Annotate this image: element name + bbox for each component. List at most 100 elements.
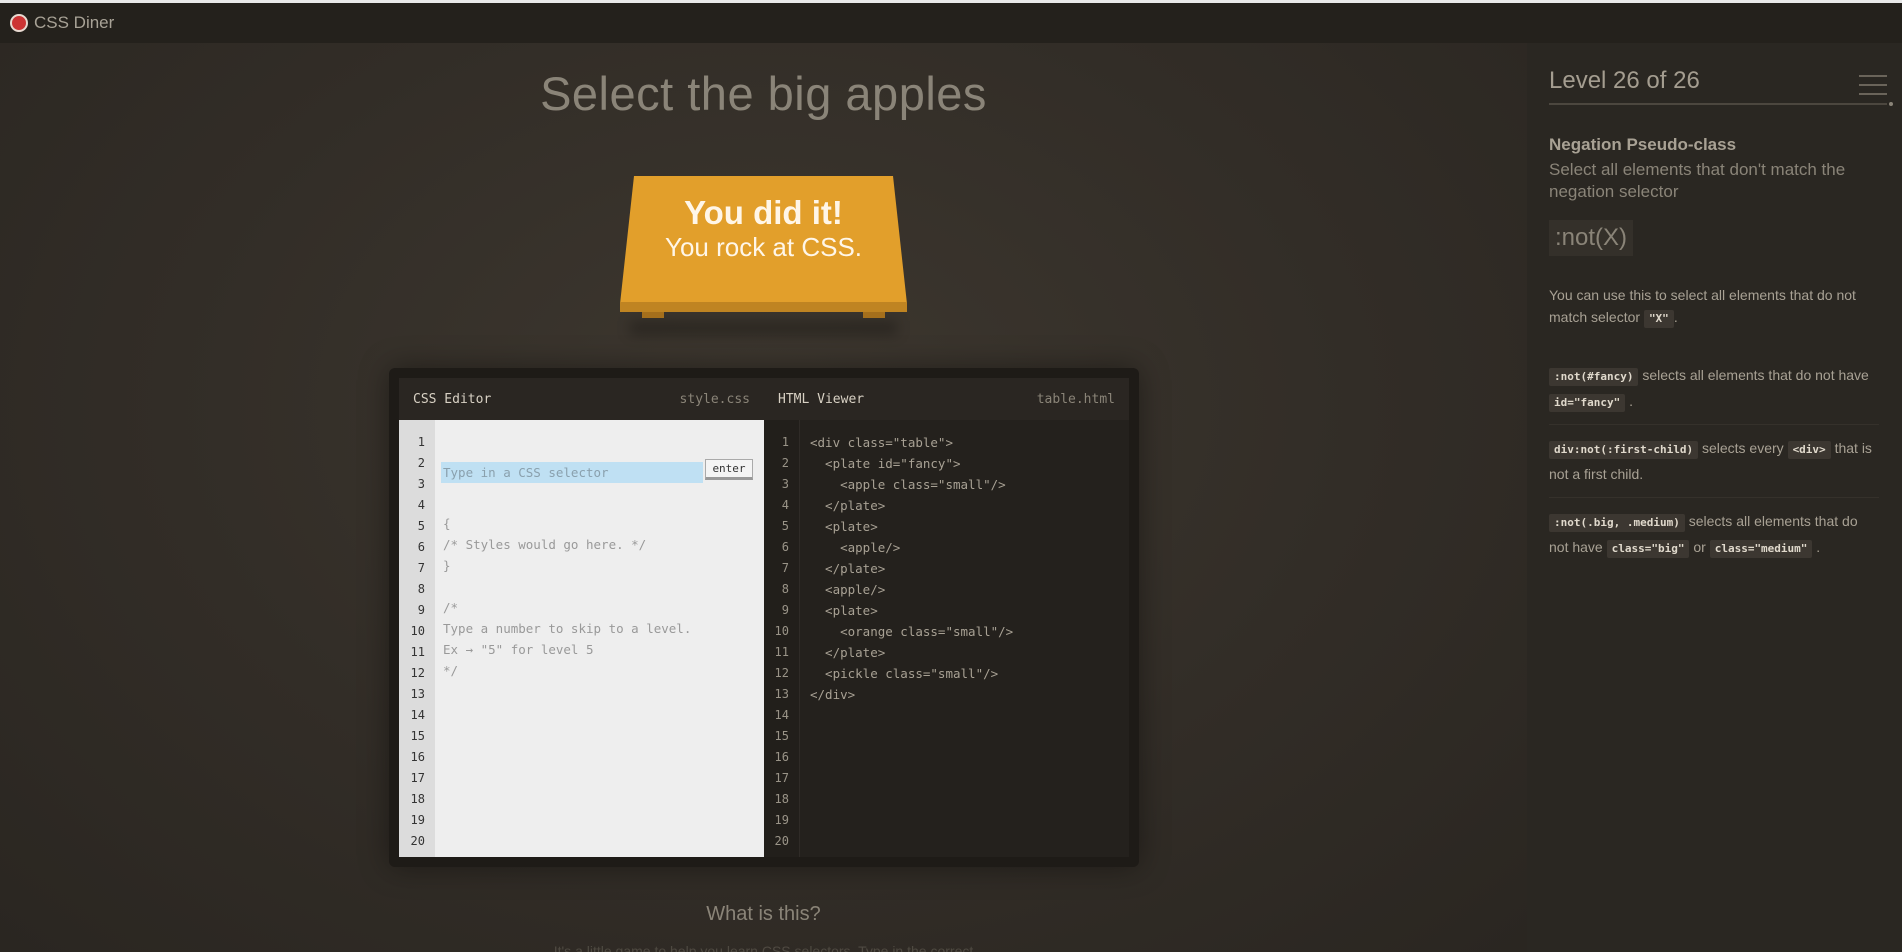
table-leg-left xyxy=(642,312,664,318)
css-code-line: */ xyxy=(443,663,459,678)
css-selector-input[interactable] xyxy=(441,462,703,483)
line-number: 16 xyxy=(410,750,425,764)
level-instruction: Select the big apples xyxy=(540,67,987,120)
line-number: 18 xyxy=(410,792,425,806)
example-code: :not(.big, .medium) xyxy=(1549,514,1685,532)
html-code-line[interactable]: <apple/> xyxy=(810,537,1121,558)
line-number: 13 xyxy=(774,687,789,701)
line-number: 14 xyxy=(774,708,789,722)
html-code-line[interactable]: </plate> xyxy=(810,558,1121,579)
css-editor-title: CSS Editor xyxy=(413,391,492,407)
line-number: 4 xyxy=(781,498,789,512)
css-editor-pane: CSS Editor style.css 1 2 3 4 5 6 7 8 9 10 11 12 13 14… xyxy=(399,378,764,857)
example-code: class="big" xyxy=(1606,540,1690,558)
css-code-line: /* xyxy=(443,600,459,615)
line-number: 19 xyxy=(774,813,789,827)
html-code-line[interactable]: <plate> xyxy=(810,600,1121,621)
win-line-2: You rock at CSS. xyxy=(664,232,863,262)
what-is-this-heading: What is this? xyxy=(706,903,821,925)
level-indicator[interactable]: Level 26 of 26 xyxy=(1549,67,1700,94)
html-viewer-body: 1 2 3 4 5 6 7 8 9 10 11 12 13 14 15 16 17 18 19 20 <div cla… xyxy=(764,420,1129,857)
line-number: 3 xyxy=(417,477,425,491)
line-number: 18 xyxy=(774,792,789,806)
css-code-line: Type a number to skip to a level. xyxy=(443,621,692,636)
line-number: 2 xyxy=(781,456,789,470)
line-number: 5 xyxy=(781,519,789,533)
example-item: :not(.big, .medium) selects all elements… xyxy=(1549,508,1879,570)
app-title[interactable]: CSS Diner xyxy=(34,13,114,33)
line-number: 12 xyxy=(774,666,789,680)
line-number: 8 xyxy=(417,582,425,596)
line-number: 16 xyxy=(774,750,789,764)
example-code: class="medium" xyxy=(1709,540,1813,558)
line-number: 14 xyxy=(410,708,425,722)
html-code-area: <div class="table"> <plate id="fancy"> <… xyxy=(810,432,1121,705)
level-header: Level 26 of 26 xyxy=(1549,63,1893,106)
html-code-line[interactable]: <div class="table"> xyxy=(810,432,1121,453)
example-item: div:not(:first-child) selects every <div… xyxy=(1549,435,1879,498)
line-number: 15 xyxy=(410,729,425,743)
sidebar: Level 26 of 26 Negation Pseudo-class Sel… xyxy=(1527,43,1902,952)
what-is-this-text: It's a little game to help you learn CSS… xyxy=(553,943,974,952)
selector-description: Select all elements that don't match the… xyxy=(1549,160,1846,201)
help-text-after: . xyxy=(1673,309,1678,325)
table-shadow xyxy=(630,321,897,335)
help-text-before: You can use this to select all elements … xyxy=(1549,287,1856,325)
html-viewer-pane: HTML Viewer table.html 1 2 3 4 5 6 7 8 9 10 11 12 13… xyxy=(764,378,1129,857)
css-line-numbers: 1 2 3 4 5 6 7 8 9 10 11 12 13 14 15 16 17 18 19 20 xyxy=(399,420,435,857)
win-line-1: You did it! xyxy=(684,194,843,231)
css-input-row: enter xyxy=(441,459,756,483)
html-code-line[interactable]: </plate> xyxy=(810,642,1121,663)
enter-button[interactable]: enter xyxy=(705,459,753,480)
example-item: :not(#fancy) selects all elements that d… xyxy=(1549,362,1879,425)
editor-panel: CSS Editor style.css 1 2 3 4 5 6 7 8 9 10 11 12 13 14… xyxy=(389,368,1139,867)
line-number: 4 xyxy=(417,498,425,512)
html-line-numbers: 1 2 3 4 5 6 7 8 9 10 11 12 13 14 15 16 17 18 19 20 xyxy=(764,420,800,857)
css-editor-body: 1234567891011121314151617181920 enter {/… xyxy=(399,420,764,857)
line-number: 11 xyxy=(410,645,425,659)
example-code: <div> xyxy=(1787,441,1831,459)
html-code-line[interactable]: </div> xyxy=(810,684,1121,705)
table-edge xyxy=(620,302,907,312)
line-number: 8 xyxy=(781,582,789,596)
html-code-line[interactable]: <orange class="small"/> xyxy=(810,621,1121,642)
line-number: 15 xyxy=(774,729,789,743)
html-code-line[interactable]: <apple class="small"/> xyxy=(810,474,1121,495)
example-text: selects every xyxy=(1698,440,1788,456)
selector-syntax: :not(X) xyxy=(1549,220,1634,256)
line-number: 17 xyxy=(774,771,789,785)
progress-indicator xyxy=(1889,102,1893,106)
help-code: "X" xyxy=(1643,310,1674,328)
line-number: 1 xyxy=(417,435,425,449)
line-number: 2 xyxy=(417,456,425,470)
html-code-line[interactable]: </plate> xyxy=(810,495,1121,516)
example-code: :not(#fancy) xyxy=(1549,368,1639,386)
html-code-line[interactable]: <apple/> xyxy=(810,579,1121,600)
css-editor-header: CSS Editor style.css xyxy=(399,378,764,420)
example-text: . xyxy=(1812,539,1821,555)
selector-help: You can use this to select all elements … xyxy=(1549,284,1879,328)
html-code-line[interactable]: <pickle class="small"/> xyxy=(810,663,1121,684)
line-number: 7 xyxy=(781,561,789,575)
win-message: You did it! You rock at CSS. xyxy=(620,194,907,262)
line-number: 3 xyxy=(781,477,789,491)
game-table: You did it! You rock at CSS. xyxy=(620,176,907,335)
line-number: 11 xyxy=(774,645,789,659)
menu-icon[interactable] xyxy=(1859,75,1887,95)
example-code: div:not(:first-child) xyxy=(1549,441,1699,459)
table-leg-right xyxy=(863,312,885,318)
example-text: or xyxy=(1689,539,1710,555)
line-number: 12 xyxy=(410,666,425,680)
line-number: 13 xyxy=(410,687,425,701)
line-number: 9 xyxy=(417,603,425,617)
examples-list: :not(#fancy) selects all elements that d… xyxy=(1549,362,1879,580)
line-number: 20 xyxy=(410,834,425,848)
line-number: 7 xyxy=(417,561,425,575)
html-code-line[interactable]: <plate id="fancy"> xyxy=(810,453,1121,474)
line-number: 1 xyxy=(781,435,789,449)
line-number: 9 xyxy=(781,603,789,617)
html-code-line[interactable]: <plate> xyxy=(810,516,1121,537)
line-number: 10 xyxy=(774,624,789,638)
example-code: id="fancy" xyxy=(1549,394,1626,412)
line-number: 19 xyxy=(410,813,425,827)
